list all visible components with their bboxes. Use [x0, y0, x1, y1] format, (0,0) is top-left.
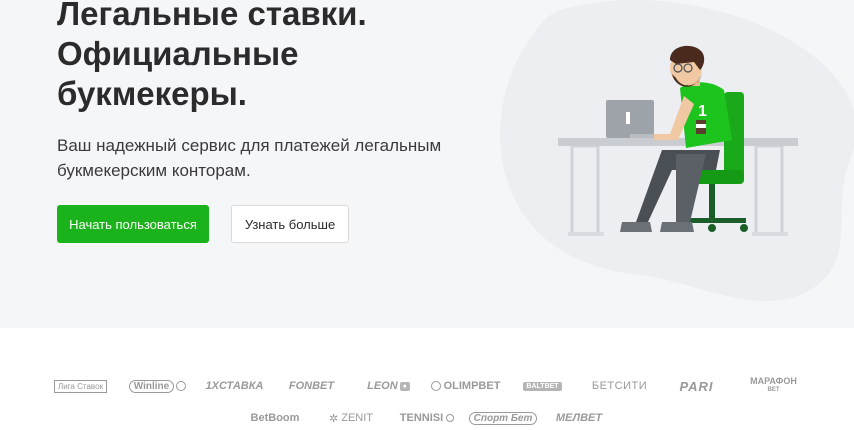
logo-fonbet[interactable]: FONBET [273, 378, 350, 394]
logo-tennisi[interactable]: TENNISI [389, 410, 465, 426]
logo-betboom[interactable]: BetBoom [237, 410, 313, 426]
headline-line-2: Официальные [57, 35, 299, 72]
hero-subtitle: Ваш надежный сервис для платежей легальн… [57, 133, 457, 183]
partners-logo-row-1: Лига Ставок Winline 1XСТАВКА FONBET LEON… [0, 377, 854, 394]
headline-line-3: букмекеры. [57, 75, 247, 112]
logo-winline[interactable]: Winline [119, 378, 196, 394]
jersey-number: 1 [698, 103, 707, 120]
logo-liga-stavok[interactable]: Лига Ставок [42, 378, 119, 394]
logo-marathon[interactable]: МАРАФОН BET [735, 377, 812, 394]
logo-leon[interactable]: LEON ● [350, 378, 427, 394]
partners-section: Лига Ставок Winline 1XСТАВКА FONBET LEON… [0, 328, 854, 430]
logo-sportbet[interactable]: Спорт Бет [465, 410, 541, 426]
zenit-star-icon: ✲ [329, 412, 339, 425]
logo-olimpbet[interactable]: OLIMPBET [427, 378, 504, 394]
olimpbet-circle-icon [430, 381, 441, 391]
logo-zenit[interactable]: ✲ ZENIT [313, 410, 389, 426]
hero-section: Легальные ставки. Официальные букмекеры.… [0, 0, 854, 328]
logo-baltbet[interactable]: BALTBET [504, 378, 581, 394]
leon-badge-icon: ● [399, 381, 410, 391]
tennisi-ball-icon [446, 414, 455, 422]
partners-logo-row-2: BetBoom ✲ ZENIT TENNISI Спорт Бет МЕЛBET [0, 410, 854, 426]
logo-1xstavka[interactable]: 1XСТАВКА [196, 378, 273, 394]
man-at-desk-illustration: 1 [558, 45, 798, 236]
learn-more-button[interactable]: Узнать больше [231, 205, 349, 243]
winline-circle-icon [176, 381, 187, 391]
headline-line-1: Легальные ставки. [57, 0, 367, 32]
logo-betcity[interactable]: БЕТСИТИ [581, 378, 658, 394]
logo-melbet[interactable]: МЕЛBET [541, 410, 617, 426]
subtitle-line-2: букмекерским конторам. [57, 161, 251, 180]
hero-headline: Легальные ставки. Официальные букмекеры. [57, 0, 477, 114]
start-using-button[interactable]: Начать пользоваться [57, 205, 209, 243]
logo-pari[interactable]: PARI [658, 378, 735, 394]
subtitle-line-1: Ваш надежный сервис для платежей легальн… [57, 136, 442, 155]
